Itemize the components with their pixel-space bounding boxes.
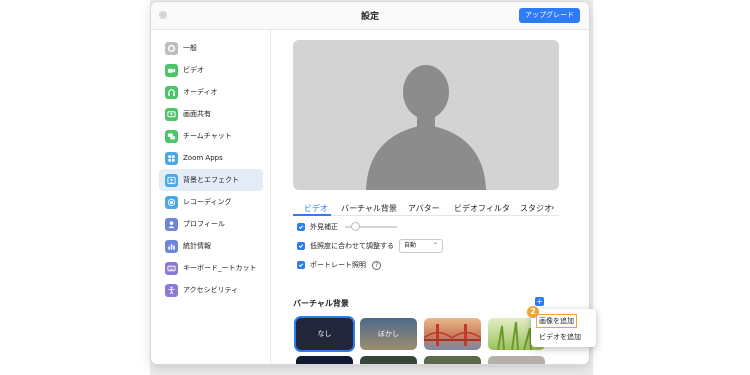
portrait-lighting-checkbox[interactable]: [297, 261, 305, 269]
tab-video-filter[interactable]: ビデオフィルタ: [454, 203, 510, 214]
tab-studio[interactable]: スタジオ: [520, 203, 552, 214]
sidebar-item-video[interactable]: ビデオ: [159, 59, 263, 81]
sidebar-item-accessibility[interactable]: アクセシビリティ: [159, 279, 263, 301]
tab-video[interactable]: ビデオ: [304, 203, 328, 214]
active-tab-indicator: [293, 214, 331, 216]
sidebar-item-statistics[interactable]: 統計情報: [159, 235, 263, 257]
record-icon: [165, 195, 178, 209]
thumb-row2-4[interactable]: [488, 356, 545, 364]
thumb-golden-gate[interactable]: [424, 318, 481, 350]
accessibility-icon: [165, 283, 178, 297]
video-camera-icon: [165, 63, 178, 77]
tab-avatar[interactable]: アバター: [408, 203, 440, 214]
thumb-blur[interactable]: ぼかし: [360, 318, 417, 350]
sidebar-item-label: ビデオ: [183, 66, 204, 74]
thumb-none[interactable]: なし: [296, 318, 353, 350]
portrait-lighting-label: ポートレート照明: [310, 261, 366, 269]
tab-virtual-background[interactable]: バーチャル背景: [341, 203, 397, 214]
sidebar-item-keyboard-shortcuts[interactable]: キーボード_ートカット: [159, 257, 263, 279]
sidebar-item-label: チームチャット: [183, 132, 232, 140]
title-bar: 設定 アップグレード: [151, 2, 589, 30]
sidebar-item-background-effects[interactable]: 背景とエフェクト: [159, 169, 263, 191]
sidebar-item-label: アクセシビリティ: [183, 286, 239, 294]
gear-icon: [165, 41, 178, 55]
sidebar-item-team-chat[interactable]: チームチャット: [159, 125, 263, 147]
touch-up-row: 外見補正: [297, 220, 397, 234]
thumb-label: なし: [317, 330, 332, 338]
virtual-background-title: バーチャル背景: [293, 299, 349, 308]
sidebar-item-label: オーディオ: [183, 88, 218, 96]
portrait-lighting-row: ポートレート照明 ?: [297, 258, 381, 272]
avatar-silhouette-icon: [366, 65, 486, 190]
tab-bar: ビデオ バーチャル背景 アバター ビデオフィルタ スタジオ ›: [293, 200, 559, 216]
bridge-icon: [424, 324, 481, 346]
upgrade-button[interactable]: アップグレード: [519, 8, 580, 23]
low-light-label: 低照度に合わせて調整する: [310, 242, 394, 250]
keyboard-icon: [165, 261, 178, 275]
sidebar-item-label: プロフィール: [183, 220, 225, 228]
thumb-label: ぼかし: [378, 330, 399, 338]
video-preview: [293, 40, 559, 190]
add-background-button[interactable]: +: [535, 297, 544, 306]
background-left: [0, 0, 150, 375]
touch-up-slider[interactable]: [345, 222, 397, 231]
checkmark-icon: [298, 244, 304, 249]
headphones-icon: [165, 85, 178, 99]
chevron-updown-icon: ⌃: [432, 242, 438, 249]
bar-chart-icon: [165, 239, 178, 253]
apps-icon: [165, 151, 178, 165]
sidebar-item-label: レコーディング: [183, 198, 232, 206]
thumb-row2-1[interactable]: [296, 356, 353, 364]
thumb-row2-3[interactable]: [424, 356, 481, 364]
low-light-select[interactable]: 自動 ⌃: [399, 239, 443, 253]
sidebar-item-profile[interactable]: プロフィール: [159, 213, 263, 235]
low-light-select-value: 自動: [404, 242, 417, 249]
help-icon[interactable]: ?: [372, 260, 381, 270]
step-number-badge: 2: [527, 306, 539, 318]
sidebar: 一般 ビデオ オーディオ 画面共有 チームチャット Zoom Apps 背景とエ…: [151, 30, 271, 364]
chat-bubble-icon: [165, 129, 178, 143]
touch-up-label: 外見補正: [310, 223, 338, 231]
touch-up-checkbox[interactable]: [297, 223, 305, 231]
sidebar-item-zoom-apps[interactable]: Zoom Apps: [159, 147, 263, 169]
sidebar-item-audio[interactable]: オーディオ: [159, 81, 263, 103]
checkmark-icon: [298, 263, 304, 268]
sidebar-item-label: Zoom Apps: [183, 154, 223, 162]
settings-window: 設定 アップグレード 一般 ビデオ オーディオ 画面共有 チームチャット Zoo…: [151, 2, 589, 364]
background-right: [593, 0, 750, 375]
sidebar-item-label: 画面共有: [183, 110, 211, 118]
add-video-menu-item[interactable]: ビデオを追加: [539, 332, 581, 342]
portrait-icon: [165, 173, 178, 187]
sidebar-item-label: 背景とエフェクト: [183, 176, 239, 184]
low-light-checkbox[interactable]: [297, 242, 305, 250]
person-icon: [165, 217, 178, 231]
screen-share-icon: [165, 107, 178, 121]
sidebar-item-screen-share[interactable]: 画面共有: [159, 103, 263, 125]
add-image-menu-item[interactable]: 画像を追加: [536, 314, 577, 328]
checkmark-icon: [298, 225, 304, 230]
sidebar-item-recording[interactable]: レコーディング: [159, 191, 263, 213]
thumb-row2-2[interactable]: [360, 356, 417, 364]
tab-more-chevron-icon[interactable]: ›: [551, 203, 554, 212]
add-background-menu: 画像を追加 ビデオを追加: [531, 309, 596, 347]
sidebar-item-label: 一般: [183, 44, 197, 52]
low-light-row: 低照度に合わせて調整する 自動 ⌃: [297, 239, 443, 253]
slider-knob[interactable]: [351, 222, 360, 231]
sidebar-item-general[interactable]: 一般: [159, 37, 263, 59]
sidebar-item-label: 統計情報: [183, 242, 211, 250]
sidebar-item-label: キーボード_ートカット: [183, 264, 257, 272]
